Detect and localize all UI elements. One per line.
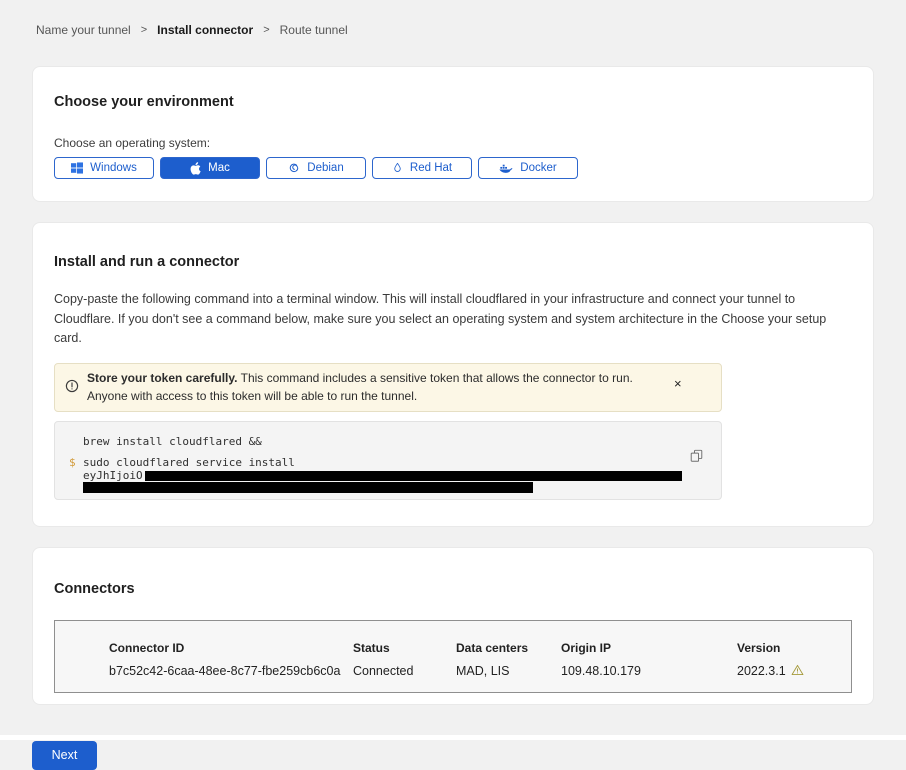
data-centers-value: MAD, LIS <box>456 664 561 679</box>
copy-icon[interactable] <box>690 449 703 466</box>
breadcrumb-step-install-connector[interactable]: Install connector <box>157 23 253 37</box>
install-connector-card: Install and run a connector Copy-paste t… <box>32 222 874 527</box>
os-button-label: Mac <box>208 162 230 174</box>
environment-card-title: Choose your environment <box>54 94 852 110</box>
code-line-brew: brew install cloudflared && <box>55 435 721 448</box>
connectors-table: Connector ID Status Data centers Origin … <box>54 620 852 693</box>
column-header-connector-id: Connector ID <box>109 641 353 655</box>
os-button-windows[interactable]: Windows <box>54 157 154 179</box>
windows-icon <box>71 162 83 174</box>
os-button-docker[interactable]: Docker <box>478 157 578 179</box>
token-redaction-bar <box>83 482 533 493</box>
column-header-data-centers: Data centers <box>456 641 561 655</box>
code-line-service-install: sudo cloudflared service install <box>83 456 721 469</box>
install-command-codeblock: brew install cloudflared && $ sudo cloud… <box>54 421 722 500</box>
warning-triangle-icon <box>791 664 804 679</box>
column-header-version: Version <box>737 641 857 655</box>
connector-id-value: b7c52c42-6caa-48ee-8c77-fbe259cb6c0a <box>109 664 353 679</box>
status-badge: Connected <box>353 664 456 679</box>
os-button-redhat[interactable]: Red Hat <box>372 157 472 179</box>
version-value: 2022.3.1 <box>737 664 786 678</box>
breadcrumb-step-route-tunnel[interactable]: Route tunnel <box>280 23 348 37</box>
docker-icon <box>499 163 513 174</box>
os-button-label: Docker <box>520 162 556 174</box>
token-warning-text: Store your token carefully. This command… <box>87 369 662 406</box>
shell-prompt: $ <box>69 456 83 482</box>
token-prefix: eyJhIjoiO <box>83 469 143 482</box>
os-select-label: Choose an operating system: <box>54 136 852 150</box>
install-card-title: Install and run a connector <box>54 254 852 270</box>
column-header-origin-ip: Origin IP <box>561 641 737 655</box>
token-warning-title: Store your token carefully. <box>87 371 238 385</box>
column-header-status: Status <box>353 641 456 655</box>
breadcrumb-separator: > <box>263 24 269 36</box>
os-button-group: Windows Mac Debian <box>54 157 852 179</box>
os-button-label: Windows <box>90 162 137 174</box>
debian-icon <box>288 162 300 174</box>
origin-ip-value: 109.48.10.179 <box>561 664 737 679</box>
connectors-table-header: Connector ID Status Data centers Origin … <box>109 641 851 655</box>
apple-icon <box>190 162 201 175</box>
breadcrumb-separator: > <box>141 24 147 36</box>
close-icon[interactable]: × <box>674 378 682 390</box>
redhat-icon <box>392 162 403 175</box>
next-button[interactable]: Next <box>32 741 97 770</box>
page: Name your tunnel > Install connector > R… <box>0 0 906 770</box>
breadcrumb-step-name-your-tunnel[interactable]: Name your tunnel <box>36 23 131 37</box>
choose-environment-card: Choose your environment Choose an operat… <box>32 66 874 202</box>
os-button-label: Red Hat <box>410 162 452 174</box>
table-row: b7c52c42-6caa-48ee-8c77-fbe259cb6c0a Con… <box>109 664 851 679</box>
breadcrumb: Name your tunnel > Install connector > R… <box>32 0 874 37</box>
os-button-label: Debian <box>307 162 343 174</box>
connectors-card-title: Connectors <box>54 581 852 597</box>
info-alert-icon <box>65 379 79 398</box>
os-button-mac[interactable]: Mac <box>160 157 260 179</box>
install-description: Copy-paste the following command into a … <box>54 290 852 349</box>
bottom-strip <box>0 735 906 740</box>
os-button-debian[interactable]: Debian <box>266 157 366 179</box>
connectors-card: Connectors Connector ID Status Data cent… <box>32 547 874 705</box>
token-warning-banner: Store your token carefully. This command… <box>54 363 722 412</box>
token-redaction-bar <box>145 471 682 481</box>
